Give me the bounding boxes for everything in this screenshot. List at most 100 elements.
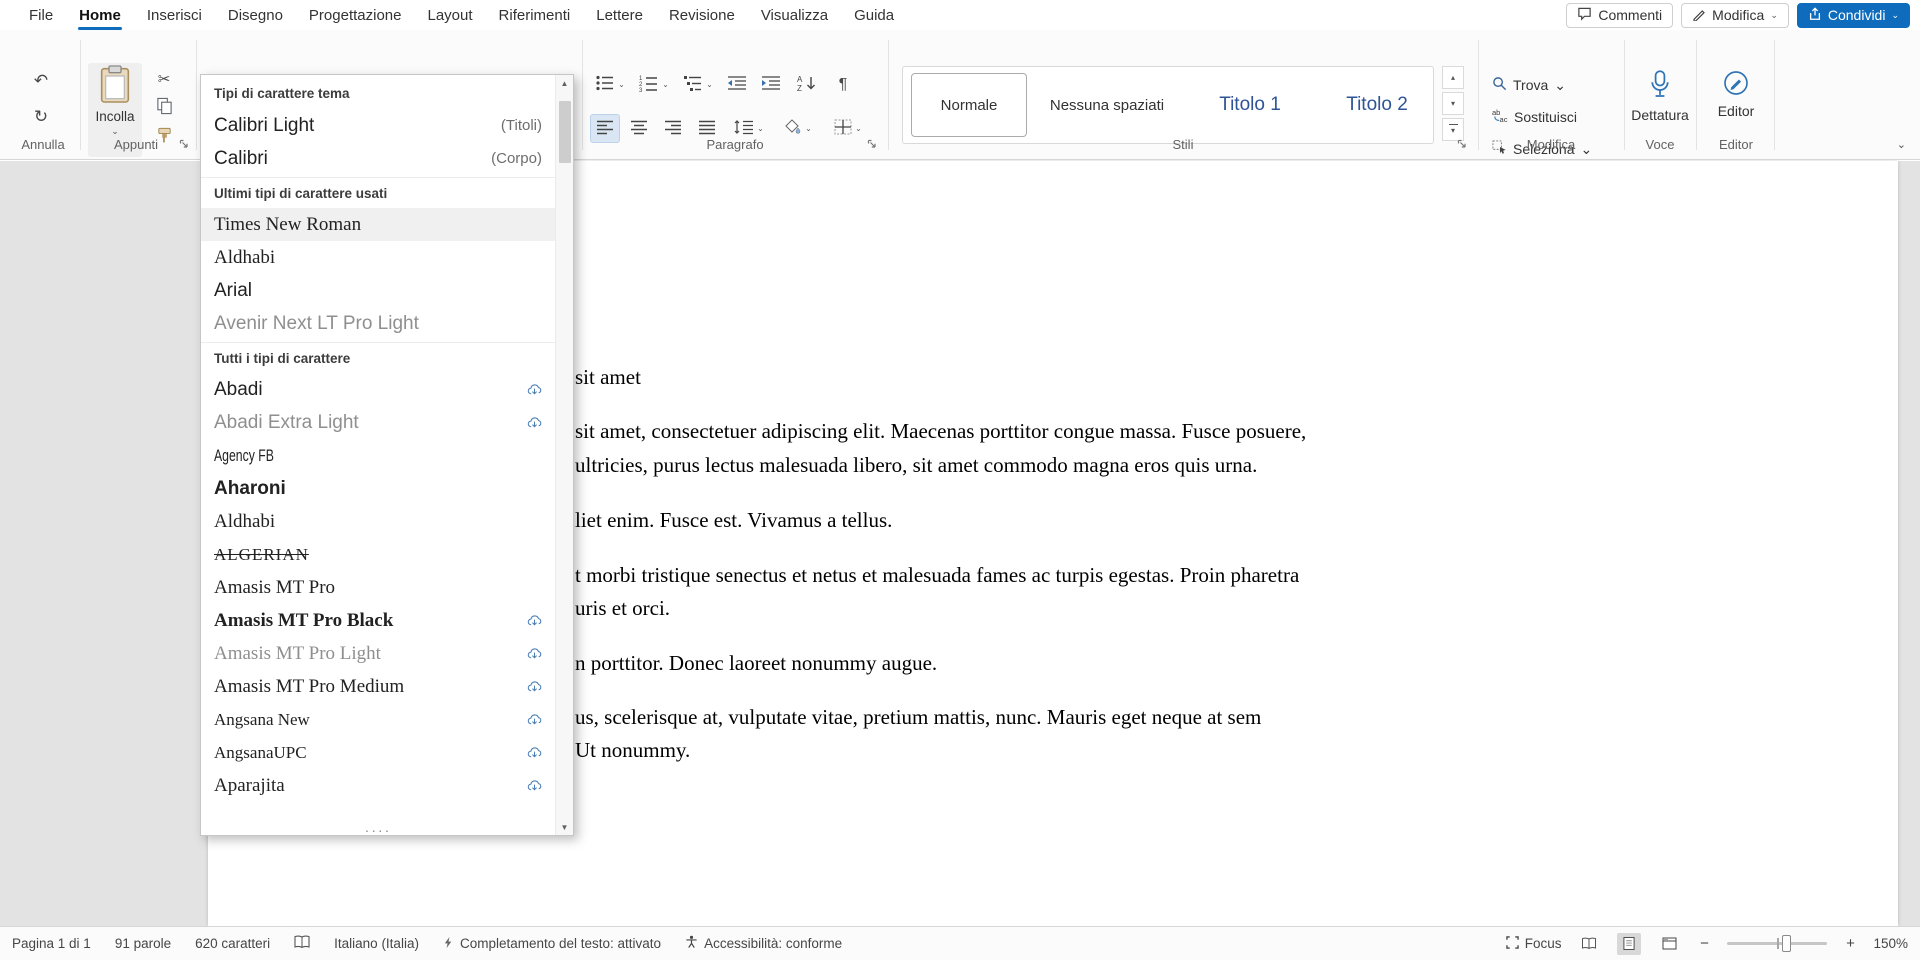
document-text-line[interactable]: Ut nonummy. [575,738,690,763]
tab-lettere[interactable]: Lettere [583,0,656,30]
replace-label: Sostituisci [1514,109,1577,125]
scroll-down-icon[interactable]: ▼ [556,819,573,835]
font-option-aparajita[interactable]: Aparajita [201,769,555,802]
tab-visualizza[interactable]: Visualizza [748,0,841,30]
increase-indent-button[interactable] [756,70,786,99]
sort-button[interactable]: AZ [790,70,824,99]
undo-button[interactable]: ↶ [24,66,58,95]
document-text-line[interactable]: us, scelerisque at, vulputate vitae, pre… [575,705,1261,730]
styles-gallery-down-button[interactable]: ▾ [1442,92,1464,115]
zoom-level[interactable]: 150% [1873,936,1908,951]
print-layout-button[interactable] [1617,933,1641,955]
borders-icon [834,119,852,138]
styles-dialog-launcher[interactable] [1456,137,1469,150]
tab-guida[interactable]: Guida [841,0,907,30]
zoom-slider-thumb[interactable] [1782,935,1791,952]
read-mode-button[interactable] [1577,933,1601,955]
web-layout-button[interactable] [1657,933,1681,955]
document-text-line[interactable]: n porttitor. Donec laoreet nonummy augue… [575,651,937,676]
style-normale[interactable]: Normale [911,73,1027,137]
focus-button[interactable]: Focus [1506,936,1562,952]
dropdown-resize-grip[interactable] [201,826,555,835]
show-formatting-button[interactable]: ¶ [828,70,858,99]
font-option-aharoni[interactable]: Aharoni [201,472,555,505]
font-option-amasis-mt-pro-black[interactable]: Amasis MT Pro Black [201,604,555,637]
replace-button[interactable]: abac Sostituisci [1492,104,1577,130]
document-text-line[interactable]: ultricies, purus lectus malesuada libero… [575,453,1257,478]
cloud-download-icon [527,778,542,793]
font-option-avenir-next[interactable]: Avenir Next LT Pro Light [201,307,555,340]
language-button[interactable]: Italiano (Italia) [334,936,419,951]
scroll-up-icon[interactable]: ▲ [556,75,573,91]
chevron-down-icon: ⌄ [1554,77,1566,94]
character-count[interactable]: 620 caratteri [195,936,270,951]
chevron-down-icon: ⌄ [855,124,862,133]
tab-layout[interactable]: Layout [415,0,486,30]
document-text-line[interactable]: t morbi tristique senectus et netus et m… [575,563,1299,588]
tab-file[interactable]: File [16,0,66,30]
font-option-aldhabi-2[interactable]: Aldhabi [201,505,555,538]
proofing-status-button[interactable] [294,935,310,952]
bullet-list-button[interactable]: ⌄ [590,70,630,99]
zoom-slider[interactable] [1727,942,1827,945]
svg-text:3: 3 [639,88,643,92]
document-text-line[interactable]: uris et orci. [575,596,670,621]
font-tag: (Corpo) [491,150,542,167]
editing-mode-button[interactable]: Modifica ⌄ [1681,3,1789,28]
text-predictions-status[interactable]: Completamento del testo: attivato [443,936,661,952]
font-option-algerian[interactable]: ALGERIAN [201,538,555,571]
share-label: Condividi [1828,7,1886,23]
font-list-scrollbar[interactable]: ▲ ▼ [555,75,573,835]
tab-riferimenti[interactable]: Riferimenti [486,0,584,30]
share-button[interactable]: Condividi ⌄ [1797,3,1910,28]
editor-button[interactable]: Editor [1700,70,1772,119]
tab-home[interactable]: Home [66,0,134,30]
document-text-line[interactable]: sit amet, consectetuer adipiscing elit. … [575,419,1306,444]
tab-disegno[interactable]: Disegno [215,0,296,30]
scrollbar-thumb[interactable] [559,101,571,163]
font-option-abadi[interactable]: Abadi [201,373,555,406]
dictate-button[interactable]: Dettatura [1626,70,1694,123]
tab-revisione[interactable]: Revisione [656,0,748,30]
zoom-out-button[interactable]: − [1697,935,1711,952]
font-option-times-new-roman[interactable]: Times New Roman [201,208,555,241]
multilevel-list-button[interactable]: ⌄ [678,70,718,99]
clipboard-dialog-launcher[interactable] [178,137,191,150]
page-indicator[interactable]: Pagina 1 di 1 [12,936,91,951]
font-option-amasis-mt-pro-medium[interactable]: Amasis MT Pro Medium [201,670,555,703]
styles-gallery-up-button[interactable]: ▴ [1442,66,1464,89]
font-option-aldhabi[interactable]: Aldhabi [201,241,555,274]
font-option-abadi-extra-light[interactable]: Abadi Extra Light [201,406,555,439]
chevron-down-icon: ⌄ [618,80,625,89]
find-button[interactable]: Trova ⌄ [1492,72,1566,98]
document-text-line[interactable]: sit amet [575,365,641,390]
tab-progettazione[interactable]: Progettazione [296,0,415,30]
style-nessuna-spaziatura[interactable]: Nessuna spaziati [1039,73,1175,137]
font-option-arial[interactable]: Arial [201,274,555,307]
font-option-angsanaupc[interactable]: AngsanaUPC [201,736,555,769]
proofing-book-icon [294,935,310,952]
accessibility-status[interactable]: Accessibilità: conforme [685,935,842,952]
style-titolo-2[interactable]: Titolo 2 [1327,73,1427,137]
copy-icon [156,97,173,118]
font-option-amasis-mt-pro[interactable]: Amasis MT Pro [201,571,555,604]
tab-inserisci[interactable]: Inserisci [134,0,215,30]
copy-button[interactable] [150,95,178,120]
font-option-agency-fb[interactable]: Agency FB [201,439,555,472]
document-text-line[interactable]: liet enim. Fusce est. Vivamus a tellus. [575,508,892,533]
decrease-indent-button[interactable] [722,70,752,99]
font-option-calibri-light[interactable]: Calibri Light(Titoli) [201,109,555,142]
comments-button[interactable]: Commenti [1566,3,1673,28]
collapse-ribbon-button[interactable]: ⌄ [1897,138,1906,151]
redo-button[interactable]: ↻ [24,102,58,131]
font-option-calibri[interactable]: Calibri(Corpo) [201,142,555,175]
font-option-amasis-mt-pro-light[interactable]: Amasis MT Pro Light [201,637,555,670]
font-option-angsana-new[interactable]: Angsana New [201,703,555,736]
numbered-list-button[interactable]: 123⌄ [634,70,674,99]
group-label-stili: Stili [888,137,1478,152]
style-titolo-1[interactable]: Titolo 1 [1189,73,1311,137]
word-count[interactable]: 91 parole [115,936,171,951]
paragraph-dialog-launcher[interactable] [866,137,879,150]
zoom-in-button[interactable]: + [1843,935,1857,952]
cut-button[interactable]: ✂ [150,67,178,92]
